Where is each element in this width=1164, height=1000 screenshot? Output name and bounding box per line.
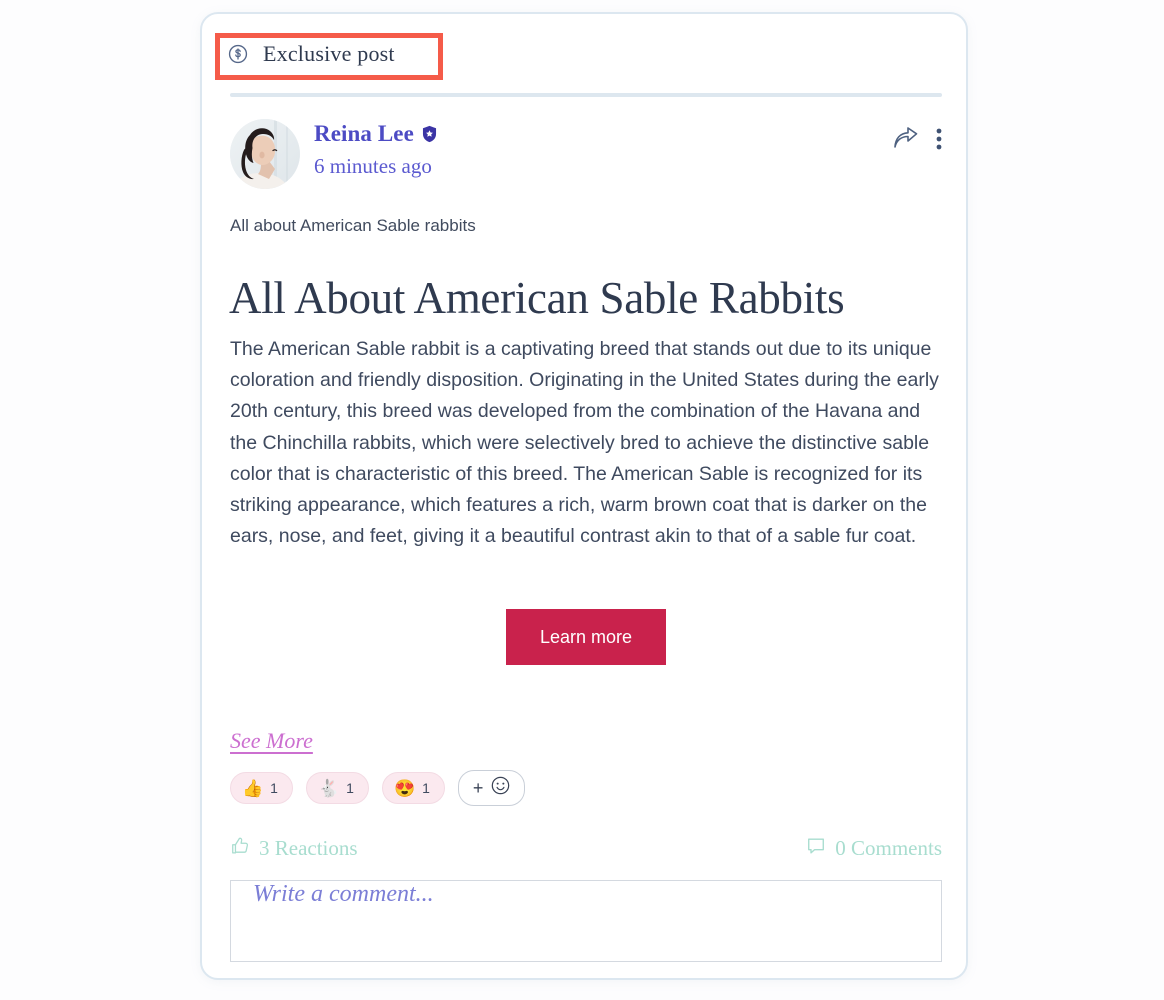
- reaction-count: 1: [270, 780, 278, 796]
- comment-bubble-icon: [806, 836, 826, 861]
- learn-more-button[interactable]: Learn more: [505, 609, 667, 665]
- plus-icon: +: [472, 778, 484, 798]
- reactions-stat[interactable]: 3 Reactions: [230, 836, 358, 861]
- smiley-icon: [491, 776, 510, 800]
- rabbit-icon: 🐇: [317, 778, 340, 798]
- author-name[interactable]: Reina Lee: [314, 121, 414, 147]
- heart-eyes-icon: 😍: [393, 778, 416, 798]
- add-reaction-button[interactable]: +: [457, 770, 526, 806]
- reaction-pill-thumbs-up[interactable]: 👍 1: [230, 772, 293, 804]
- verified-shield-icon: [421, 125, 438, 143]
- reaction-pill-rabbit[interactable]: 🐇 1: [305, 772, 369, 804]
- header-divider: [230, 93, 942, 97]
- see-more-link[interactable]: See More: [230, 728, 313, 754]
- post-caption: All about American Sable rabbits: [230, 216, 476, 235]
- reaction-count: 1: [422, 780, 430, 796]
- author-row: Reina Lee 6 minutes ago: [230, 119, 942, 191]
- dollar-circle-icon: [227, 43, 249, 65]
- post-body: The American Sable rabbit is a captivati…: [230, 338, 939, 548]
- author-name-line: Reina Lee: [314, 121, 438, 147]
- author-meta: Reina Lee 6 minutes ago: [314, 121, 438, 179]
- reactions-count-label: 3 Reactions: [259, 836, 358, 860]
- comments-count-label: 0 Comments: [835, 836, 942, 860]
- post-stats-bar: 3 Reactions 0 Comments: [230, 836, 942, 861]
- share-arrow-icon[interactable]: [893, 127, 919, 156]
- reaction-pill-heart-eyes[interactable]: 😍 1: [381, 772, 445, 804]
- reaction-pills: 👍 1 🐇 1 😍 1 +: [230, 770, 526, 806]
- comment-input[interactable]: [230, 880, 942, 962]
- post-timestamp: 6 minutes ago: [314, 154, 432, 178]
- avatar[interactable]: [230, 119, 300, 189]
- exclusive-post-label: Exclusive post: [263, 41, 395, 66]
- thumbs-up-icon: 👍: [242, 778, 264, 798]
- exclusive-post-header: Exclusive post: [217, 35, 405, 73]
- thumbs-up-outline-icon: [230, 836, 250, 861]
- more-vertical-icon[interactable]: [936, 127, 942, 156]
- post-card: Exclusive post Reina Lee 6 minutes ago A…: [200, 12, 968, 980]
- post-header-actions: [893, 127, 942, 156]
- post-title: All About American Sable Rabbits: [229, 273, 845, 323]
- reaction-count: 1: [346, 780, 354, 796]
- comments-stat[interactable]: 0 Comments: [806, 836, 942, 861]
- cta-wrapper: Learn more: [202, 609, 970, 665]
